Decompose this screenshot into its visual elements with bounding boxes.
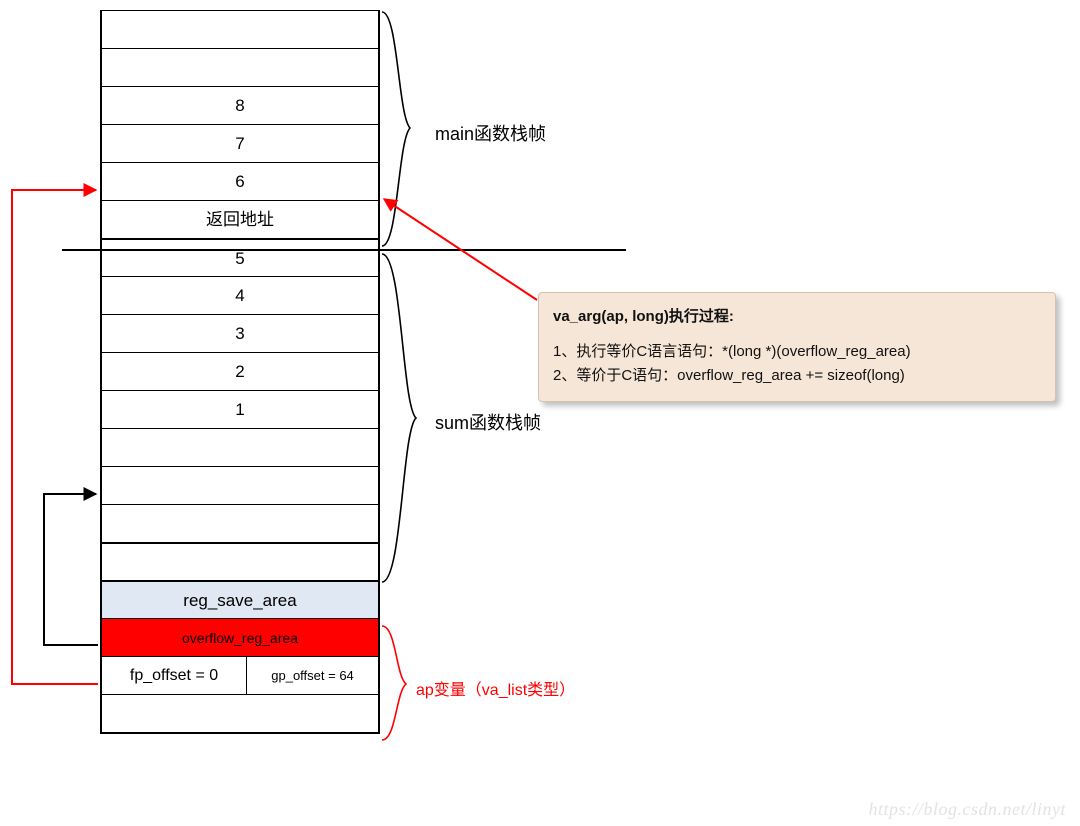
cell-overflow-reg-area: overflow_reg_area	[102, 618, 378, 656]
cell-blank-gap	[102, 542, 378, 580]
brace-main-frame	[382, 12, 410, 246]
cell-blank-top-1	[102, 10, 378, 48]
label-sum-frame: sum函数栈帧	[435, 409, 541, 435]
cell-blank-mid-1	[102, 428, 378, 466]
cell-blank-mid-2	[102, 466, 378, 504]
watermark-text: https://blog.csdn.net/linyt	[869, 799, 1066, 820]
cell-fp-offset: fp_offset = 0	[102, 657, 247, 694]
cell-gp-offset: gp_offset = 64	[247, 657, 378, 694]
cell-reg-save-area: reg_save_area	[102, 580, 378, 618]
cell-offsets: fp_offset = 0 gp_offset = 64	[102, 656, 378, 694]
callout-va-arg-explanation: va_arg(ap, long)执行过程: 1、执行等价C语言语句：*(long…	[538, 292, 1056, 402]
stack-frame-column: 8 7 6 返回地址 5 4 3 2 1 reg_save_area overf…	[100, 10, 380, 734]
arrow-overflow-reg-area-pointer	[12, 190, 98, 684]
cell-arg-4: 4	[102, 276, 378, 314]
arrow-callout-to-stack	[384, 199, 537, 300]
cell-arg-1: 1	[102, 390, 378, 428]
label-ap-variable: ap变量（va_list类型）	[416, 676, 575, 700]
cell-arg-8: 8	[102, 86, 378, 124]
cell-blank-bottom	[102, 694, 378, 732]
cell-arg-5: 5	[102, 238, 378, 276]
cell-arg-2: 2	[102, 352, 378, 390]
cell-blank-top-2	[102, 48, 378, 86]
cell-arg-7: 7	[102, 124, 378, 162]
cell-arg-3: 3	[102, 314, 378, 352]
cell-blank-mid-3	[102, 504, 378, 542]
cell-return-address: 返回地址	[102, 200, 378, 238]
callout-line-2: 2、等价于C语句：overflow_reg_area += sizeof(lon…	[553, 364, 1041, 387]
arrow-reg-save-area-pointer	[44, 494, 98, 645]
brace-sum-frame	[382, 254, 416, 582]
cell-arg-6: 6	[102, 162, 378, 200]
callout-line-1: 1、执行等价C语言语句：*(long *)(overflow_reg_area)	[553, 340, 1041, 363]
brace-ap-variable	[382, 626, 406, 740]
callout-title: va_arg(ap, long)执行过程:	[553, 305, 1041, 328]
label-main-frame: main函数栈帧	[435, 120, 546, 146]
